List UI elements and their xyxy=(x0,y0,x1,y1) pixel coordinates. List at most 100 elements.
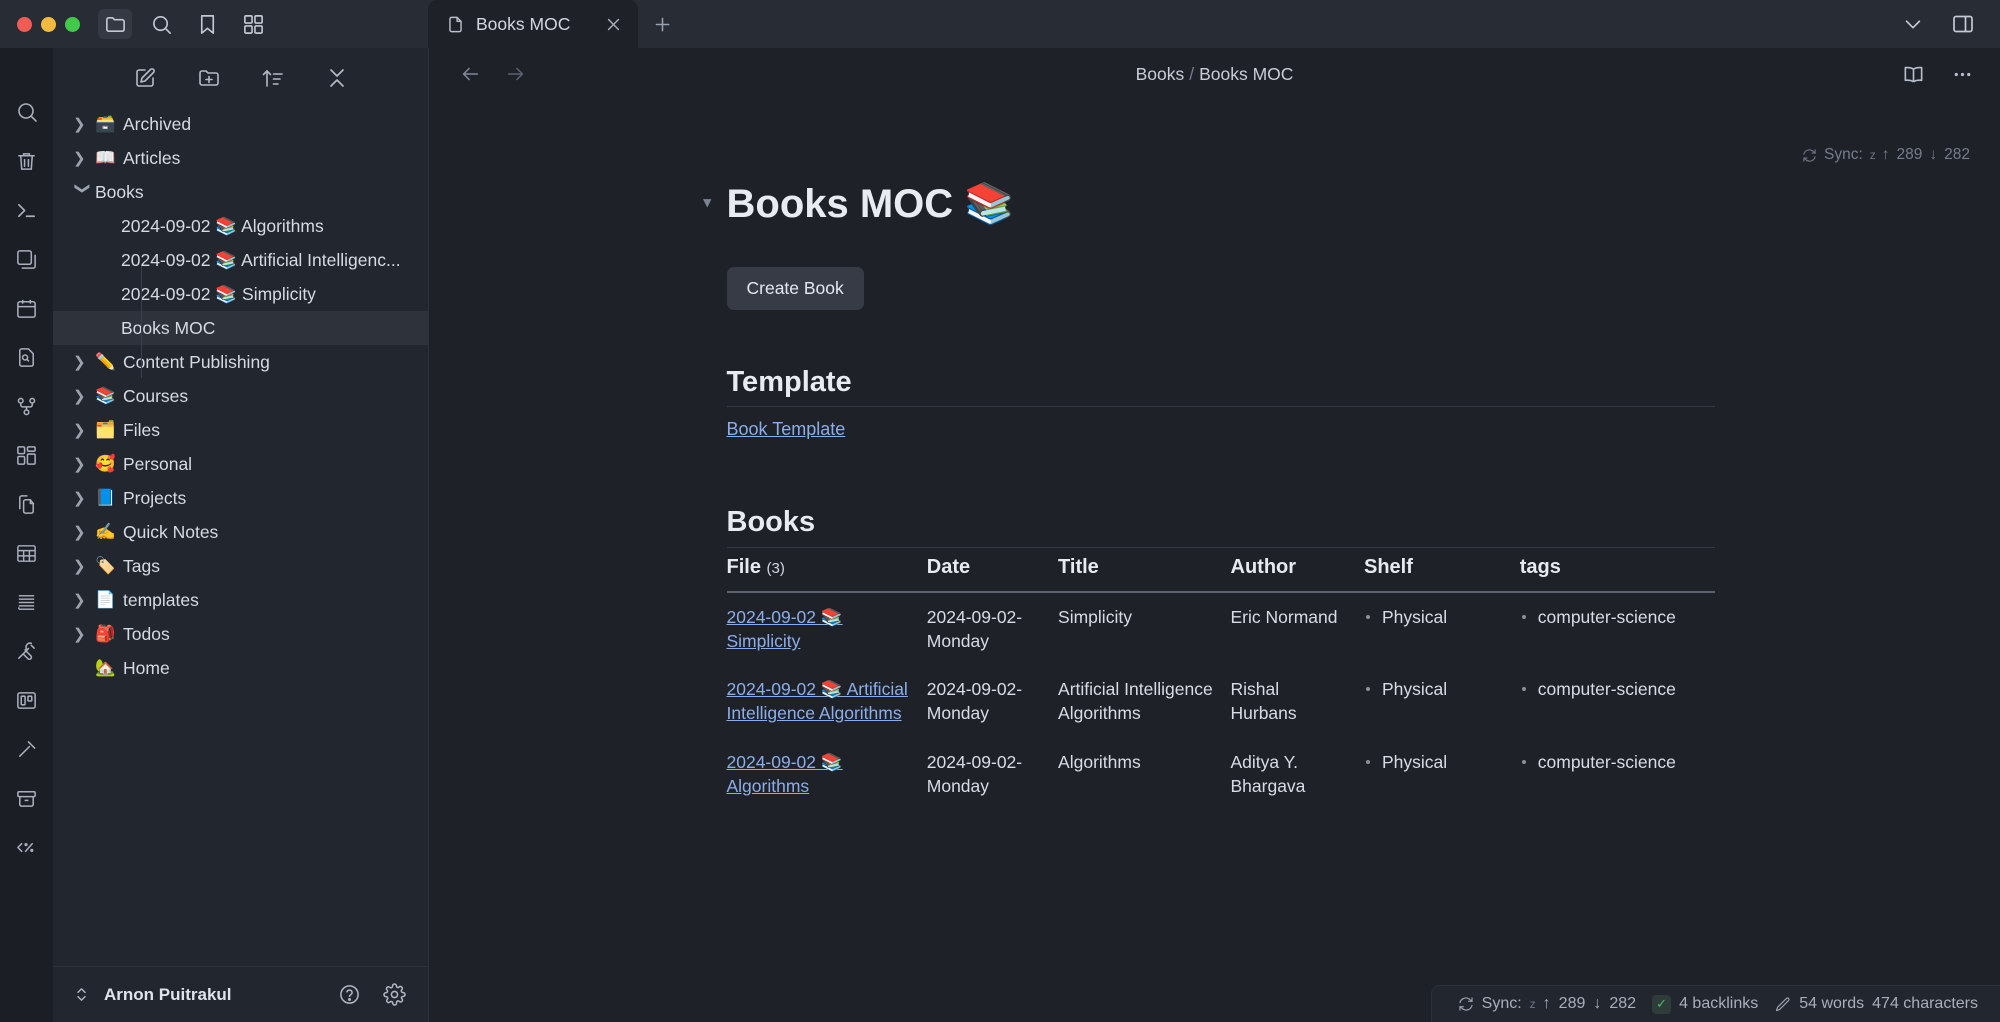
tree-item-templates[interactable]: ❯ 📄 templates xyxy=(53,583,428,617)
column-header-date[interactable]: Date xyxy=(926,547,1059,593)
tree-item-projects[interactable]: ❯ 📘 Projects xyxy=(53,481,428,515)
calendar-icon[interactable] xyxy=(13,294,41,322)
tree-item-files[interactable]: ❯ 🗂️ Files xyxy=(53,413,428,447)
help-icon[interactable] xyxy=(338,983,361,1006)
copy-window-icon[interactable] xyxy=(13,245,41,273)
book-open-icon[interactable] xyxy=(1902,63,1925,86)
column-header-shelf[interactable]: Shelf xyxy=(1364,547,1520,593)
kanban-icon[interactable] xyxy=(13,686,41,714)
status-backlinks: 4 backlinks xyxy=(1679,995,1759,1012)
chevron-down-icon[interactable]: ❯ xyxy=(74,182,92,204)
chevron-right-icon[interactable]: ❯ xyxy=(73,523,95,541)
vault-switch-icon[interactable] xyxy=(73,986,90,1003)
tree-item-todos[interactable]: ❯ 🎒 Todos xyxy=(53,617,428,651)
trash-icon[interactable] xyxy=(13,147,41,175)
breadcrumb-item-books-moc[interactable]: Books MOC xyxy=(1199,64,1293,84)
chevron-right-icon[interactable]: ❯ xyxy=(73,387,95,405)
minimize-window-button[interactable] xyxy=(41,16,56,32)
chevron-right-icon[interactable]: ❯ xyxy=(73,353,95,371)
vault-user-name: Arnon Puitrakul xyxy=(104,984,232,1004)
file-search-icon[interactable] xyxy=(13,343,41,371)
archive-icon[interactable] xyxy=(13,784,41,812)
chevron-right-icon[interactable]: ❯ xyxy=(73,625,95,643)
tree-item-file-books-moc[interactable]: Books MOC xyxy=(53,311,428,345)
chevron-right-icon[interactable]: ❯ xyxy=(73,455,95,473)
tree-item-quick-notes[interactable]: ❯ ✍️ Quick Notes xyxy=(53,515,428,549)
status-word-count-group[interactable]: 54 words 474 characters xyxy=(1774,995,1978,1013)
chevron-right-icon[interactable]: ❯ xyxy=(73,557,95,575)
cell-tags: computer-science xyxy=(1520,665,1715,737)
maximize-window-button[interactable] xyxy=(65,16,80,32)
page-title-text: Books MOC 📚 xyxy=(726,182,1015,226)
chevron-right-icon[interactable]: ❯ xyxy=(73,115,95,133)
cell-title: Simplicity xyxy=(1058,607,1132,627)
table-icon[interactable] xyxy=(13,539,41,567)
status-sync-group[interactable]: Sync: z ↑ 289 ↓ 282 xyxy=(1458,995,1636,1013)
tree-item-personal[interactable]: ❯ 🥰 Personal xyxy=(53,447,428,481)
close-window-button[interactable] xyxy=(17,16,32,32)
close-icon[interactable] xyxy=(583,16,622,33)
duplicate-file-icon[interactable] xyxy=(13,490,41,518)
chevron-down-icon[interactable]: ▾ xyxy=(704,193,712,211)
chevron-right-icon[interactable]: ❯ xyxy=(73,591,95,609)
search-icon[interactable] xyxy=(13,98,41,126)
chevron-right-icon[interactable]: ❯ xyxy=(73,489,95,507)
more-horizontal-icon[interactable] xyxy=(1951,63,1974,86)
bookmark-icon[interactable] xyxy=(190,9,224,39)
grid-icon[interactable] xyxy=(236,9,270,39)
chevron-right-icon[interactable]: ❯ xyxy=(73,421,95,439)
book-template-link[interactable]: Book Template xyxy=(727,419,846,440)
arrow-left-icon[interactable] xyxy=(459,63,481,85)
tools-icon[interactable] xyxy=(13,637,41,665)
tree-item-archived[interactable]: ❯ 🗃️ Archived xyxy=(53,107,428,141)
new-folder-icon[interactable] xyxy=(197,66,221,90)
arrow-right-icon[interactable] xyxy=(505,63,527,85)
list-lines-icon[interactable] xyxy=(13,588,41,616)
terminal-icon[interactable] xyxy=(13,196,41,224)
dashboard-icon[interactable] xyxy=(13,441,41,469)
collapse-all-icon[interactable] xyxy=(325,66,349,90)
tree-item-articles[interactable]: ❯ 📖 Articles xyxy=(53,141,428,175)
column-header-tags[interactable]: tags xyxy=(1519,547,1715,593)
column-header-author[interactable]: Author xyxy=(1230,547,1364,593)
tree-item-content-publishing[interactable]: ❯ ✏️ Content Publishing xyxy=(53,345,428,379)
column-header-title[interactable]: Title xyxy=(1058,547,1231,593)
chevron-right-icon[interactable]: ❯ xyxy=(73,149,95,167)
tree-item-label: 2024-09-02 📚 Artificial Intelligenc... xyxy=(121,249,401,270)
column-header-file[interactable]: File (3) xyxy=(726,547,927,593)
sync-up-count: 289 xyxy=(1896,146,1923,163)
new-tab-button[interactable] xyxy=(638,0,687,48)
note-header: Books / Books MOC xyxy=(429,48,2000,100)
file-link[interactable]: 2024-09-02 📚 Simplicity xyxy=(727,607,843,651)
tree-item-file-ai-algorithms[interactable]: 2024-09-02 📚 Artificial Intelligenc... xyxy=(53,243,428,277)
right-sidebar-toggle-icon[interactable] xyxy=(1946,9,1980,39)
git-graph-icon[interactable] xyxy=(13,392,41,420)
chevron-down-icon[interactable] xyxy=(1896,9,1930,39)
tree-item-books[interactable]: ❯ Books xyxy=(53,175,428,209)
tab-books-moc[interactable]: Books MOC xyxy=(428,0,638,48)
tree-item-courses[interactable]: ❯ 📚 Courses xyxy=(53,379,428,413)
magic-wand-icon[interactable] xyxy=(13,735,41,763)
tree-item-tags[interactable]: ❯ 🏷️ Tags xyxy=(53,549,428,583)
main-pane: Books / Books MOC Sync: z ↑ 289 ↓ 282 ▾ … xyxy=(429,48,2000,1022)
new-note-icon[interactable] xyxy=(133,66,157,90)
shelf-value: Physical xyxy=(1364,750,1506,774)
tree-item-file-simplicity[interactable]: 2024-09-02 📚 Simplicity xyxy=(53,277,428,311)
folder-emoji: 🗃️ xyxy=(95,114,116,133)
folder-icon[interactable] xyxy=(98,9,132,39)
search-icon[interactable] xyxy=(144,9,178,39)
status-backlinks-group[interactable]: ✓ 4 backlinks xyxy=(1652,994,1759,1014)
file-link[interactable]: 2024-09-02 📚 Artificial Intelligence Alg… xyxy=(727,679,908,723)
file-link[interactable]: 2024-09-02 📚 Algorithms xyxy=(727,752,843,796)
create-book-button[interactable]: Create Book xyxy=(726,267,864,310)
sort-icon[interactable] xyxy=(261,66,285,90)
cell-shelf: Physical xyxy=(1364,738,1520,810)
code-percent-icon[interactable] xyxy=(13,833,41,861)
tree-item-file-algorithms[interactable]: 2024-09-02 📚 Algorithms xyxy=(53,209,428,243)
gear-icon[interactable] xyxy=(383,983,406,1006)
breadcrumb-separator: / xyxy=(1189,63,1195,84)
note-content[interactable]: ▾ Books MOC 📚 Create Book Template Book … xyxy=(429,100,2000,1022)
breadcrumb-item-books[interactable]: Books xyxy=(1136,64,1185,84)
shelf-value: Physical xyxy=(1364,605,1506,629)
tree-item-home[interactable]: ❯ 🏡 Home xyxy=(53,651,428,685)
